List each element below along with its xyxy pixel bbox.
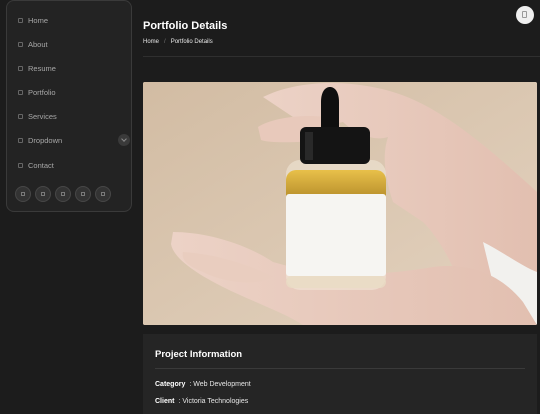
menu-toggle-icon — [522, 11, 527, 18]
page-title: Portfolio Details — [143, 20, 228, 32]
envelope-icon — [18, 162, 23, 168]
category-value: : Web Development — [189, 381, 251, 388]
hdd-icon — [18, 113, 23, 119]
menu-icon — [18, 137, 23, 143]
images-icon — [18, 89, 23, 95]
file-icon — [18, 65, 23, 71]
sidebar-item-dropdown[interactable]: Dropdown — [18, 133, 62, 147]
sidebar-item-resume[interactable]: Resume — [18, 61, 56, 75]
linkedin-icon — [101, 192, 105, 196]
twitter-link[interactable] — [15, 186, 31, 202]
portfolio-image — [143, 82, 537, 325]
sidebar-item-label: Resume — [28, 63, 56, 73]
project-info-divider — [155, 368, 525, 369]
dropdown-toggle-button[interactable] — [118, 134, 130, 146]
sidebar-item-label: Home — [28, 15, 49, 25]
header-divider — [143, 56, 540, 57]
sidebar-item-about[interactable]: About — [18, 37, 48, 51]
sidebar-item-label: Portfolio — [28, 87, 56, 97]
client-value: : Victoria Technologies — [178, 398, 249, 405]
instagram-icon — [61, 192, 65, 196]
breadcrumb-home-link[interactable]: Home — [143, 39, 159, 45]
sidebar-item-label: About — [28, 39, 48, 49]
instagram-link[interactable] — [55, 186, 71, 202]
serum-bottle-photo — [143, 82, 537, 325]
house-icon — [18, 17, 23, 23]
category-row: Category: Web Development — [155, 381, 251, 388]
sidebar-item-contact[interactable]: Contact — [18, 158, 54, 172]
breadcrumb-current: Portfolio Details — [170, 39, 213, 45]
breadcrumb: Home / Portfolio Details — [143, 39, 213, 45]
facebook-icon — [41, 192, 45, 196]
facebook-link[interactable] — [35, 186, 51, 202]
sidebar-item-label: Dropdown — [28, 135, 63, 145]
category-label: Category — [155, 381, 186, 388]
sidebar-item-home[interactable]: Home — [18, 13, 48, 27]
user-icon — [18, 41, 23, 47]
client-row: Client: Victoria Technologies — [155, 398, 248, 405]
theme-toggle-button[interactable] — [516, 6, 534, 24]
client-label: Client — [155, 398, 175, 405]
breadcrumb-separator: / — [164, 39, 166, 45]
skype-link[interactable] — [75, 186, 91, 202]
project-info-title: Project Information — [155, 349, 243, 360]
twitter-icon — [21, 192, 25, 196]
linkedin-link[interactable] — [95, 186, 111, 202]
skype-icon — [81, 192, 85, 196]
sidebar-item-portfolio[interactable]: Portfolio — [18, 85, 56, 99]
sidebar-item-label: Contact — [28, 160, 54, 170]
sidebar-item-services[interactable]: Services — [18, 109, 57, 123]
sidebar-item-label: Services — [28, 111, 57, 121]
sidebar: Home About Resume Portfolio Services Dro… — [6, 0, 132, 212]
